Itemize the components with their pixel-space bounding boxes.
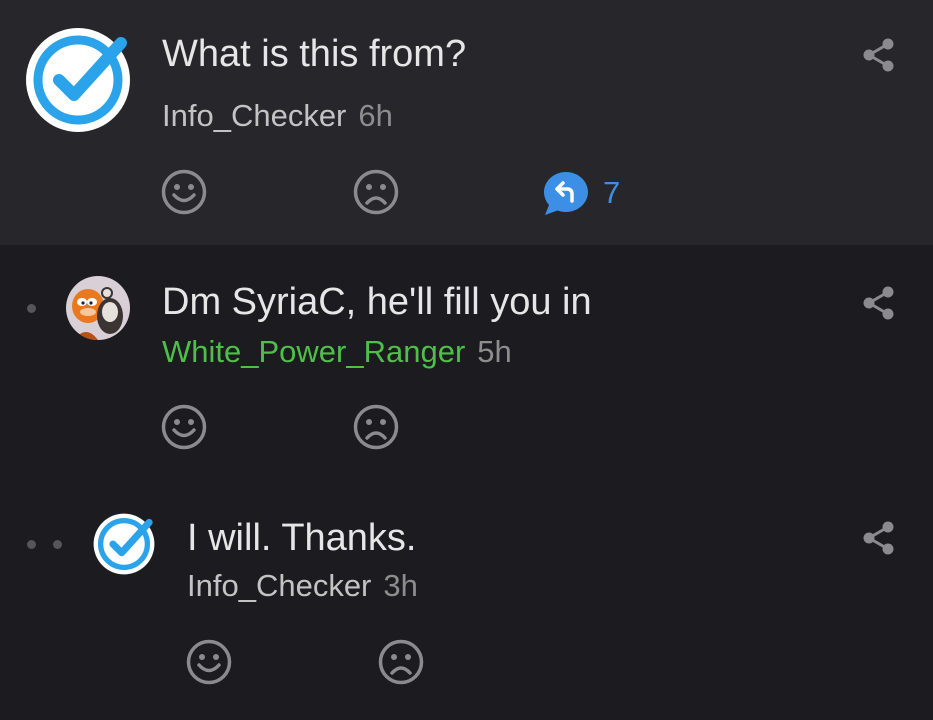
original-post: What is this from? Info_Checker 6h 7 — [0, 0, 933, 245]
share-icon[interactable] — [861, 37, 895, 73]
comment-timestamp: 5h — [477, 334, 512, 369]
upvote-smiley-icon[interactable] — [160, 403, 208, 451]
post-meta: Info_Checker 6h — [162, 100, 393, 131]
verified-avatar-icon[interactable] — [93, 513, 155, 575]
reply-count[interactable]: 7 — [603, 177, 620, 208]
comment-thread-screen: What is this from? Info_Checker 6h 7 Dm … — [0, 0, 933, 720]
post-title[interactable]: What is this from? — [162, 35, 466, 73]
upvote-smiley-icon[interactable] — [160, 168, 208, 216]
comment-timestamp: 3h — [383, 568, 418, 603]
post-username[interactable]: Info_Checker — [162, 98, 346, 133]
comment-text[interactable]: Dm SyriaC, he'll fill you in — [162, 283, 592, 321]
downvote-sad-icon[interactable] — [352, 403, 400, 451]
depth-indicator-dot — [53, 540, 62, 549]
downvote-sad-icon[interactable] — [352, 168, 400, 216]
share-icon[interactable] — [861, 285, 895, 321]
upvote-smiley-icon[interactable] — [185, 638, 233, 686]
reply-bubble-icon[interactable] — [542, 170, 590, 216]
comment-text[interactable]: I will. Thanks. — [187, 519, 416, 557]
comment-username[interactable]: White_Power_Ranger — [162, 334, 465, 369]
comment-meta: White_Power_Ranger 5h — [162, 336, 512, 367]
share-icon[interactable] — [861, 520, 895, 556]
depth-indicator-dot — [27, 540, 36, 549]
comment-username[interactable]: Info_Checker — [187, 568, 371, 603]
post-timestamp: 6h — [358, 98, 393, 133]
verified-avatar-icon[interactable] — [25, 27, 131, 133]
comment-meta: Info_Checker 3h — [187, 570, 418, 601]
user-avatar[interactable] — [66, 276, 130, 340]
downvote-sad-icon[interactable] — [377, 638, 425, 686]
depth-indicator-dot — [27, 304, 36, 313]
